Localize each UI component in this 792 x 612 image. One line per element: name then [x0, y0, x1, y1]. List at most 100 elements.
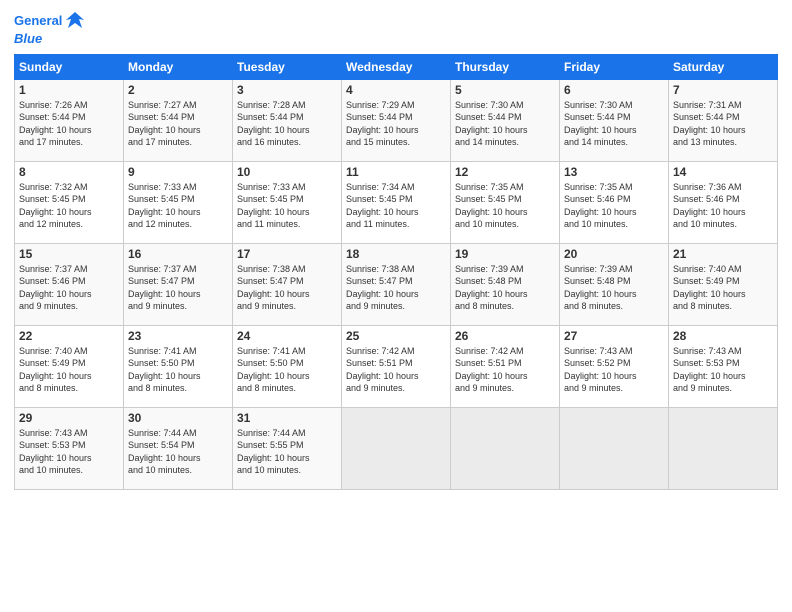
- calendar-day: 23 Sunrise: 7:41 AM Sunset: 5:50 PM Dayli…: [124, 326, 233, 408]
- day-number: 31: [237, 411, 337, 425]
- day-number: 8: [19, 165, 119, 179]
- day-number: 11: [346, 165, 446, 179]
- calendar-day: [560, 408, 669, 490]
- day-number: 25: [346, 329, 446, 343]
- calendar-week-2: 8 Sunrise: 7:32 AM Sunset: 5:45 PM Daylig…: [15, 162, 778, 244]
- calendar-day: 20 Sunrise: 7:39 AM Sunset: 5:48 PM Dayli…: [560, 244, 669, 326]
- day-detail: Sunrise: 7:28 AM Sunset: 5:44 PM Dayligh…: [237, 99, 337, 148]
- day-detail: Sunrise: 7:35 AM Sunset: 5:45 PM Dayligh…: [455, 181, 555, 230]
- day-number: 4: [346, 83, 446, 97]
- day-number: 10: [237, 165, 337, 179]
- weekday-header-thursday: Thursday: [451, 55, 560, 80]
- calendar-day: 4 Sunrise: 7:29 AM Sunset: 5:44 PM Daylig…: [342, 80, 451, 162]
- day-detail: Sunrise: 7:34 AM Sunset: 5:45 PM Dayligh…: [346, 181, 446, 230]
- day-detail: Sunrise: 7:41 AM Sunset: 5:50 PM Dayligh…: [237, 345, 337, 394]
- calendar-day: 13 Sunrise: 7:35 AM Sunset: 5:46 PM Dayli…: [560, 162, 669, 244]
- calendar-day: 27Sunrise: 7:43 AM Sunset: 5:52 PM Dayli…: [560, 326, 669, 408]
- day-detail: Sunrise: 7:42 AM Sunset: 5:51 PM Dayligh…: [346, 345, 446, 394]
- day-detail: Sunrise: 7:40 AM Sunset: 5:49 PM Dayligh…: [673, 263, 773, 312]
- logo-bird-icon: [64, 10, 86, 32]
- day-detail: Sunrise: 7:27 AM Sunset: 5:44 PM Dayligh…: [128, 99, 228, 148]
- day-number: 12: [455, 165, 555, 179]
- calendar-day: 8 Sunrise: 7:32 AM Sunset: 5:45 PM Daylig…: [15, 162, 124, 244]
- day-detail: Sunrise: 7:29 AM Sunset: 5:44 PM Dayligh…: [346, 99, 446, 148]
- day-detail: Sunrise: 7:39 AM Sunset: 5:48 PM Dayligh…: [564, 263, 664, 312]
- calendar-day: 25 Sunrise: 7:42 AM Sunset: 5:51 PM Dayli…: [342, 326, 451, 408]
- day-number: 22: [19, 329, 119, 343]
- day-detail: Sunrise: 7:38 AM Sunset: 5:47 PM Dayligh…: [237, 263, 337, 312]
- day-number: 24: [237, 329, 337, 343]
- day-number: 9: [128, 165, 228, 179]
- day-detail: Sunrise: 7:26 AM Sunset: 5:44 PM Dayligh…: [19, 99, 119, 148]
- day-number: 29: [19, 411, 119, 425]
- calendar-day: 11 Sunrise: 7:34 AM Sunset: 5:45 PM Dayli…: [342, 162, 451, 244]
- calendar-day: [669, 408, 778, 490]
- logo-text: General: [14, 14, 62, 28]
- calendar-day: 19 Sunrise: 7:39 AM Sunset: 5:48 PM Dayli…: [451, 244, 560, 326]
- calendar-day: 2Sunrise: 7:27 AM Sunset: 5:44 PM Daylig…: [124, 80, 233, 162]
- weekday-header-monday: Monday: [124, 55, 233, 80]
- header: General Blue: [14, 10, 778, 46]
- day-number: 14: [673, 165, 773, 179]
- calendar-day: 26Sunrise: 7:42 AM Sunset: 5:51 PM Dayli…: [451, 326, 560, 408]
- logo: General Blue: [14, 10, 86, 46]
- calendar-day: 9 Sunrise: 7:33 AM Sunset: 5:45 PM Daylig…: [124, 162, 233, 244]
- calendar-day: [451, 408, 560, 490]
- day-number: 15: [19, 247, 119, 261]
- calendar-day: 24 Sunrise: 7:41 AM Sunset: 5:50 PM Dayli…: [233, 326, 342, 408]
- calendar-day: 10 Sunrise: 7:33 AM Sunset: 5:45 PM Dayli…: [233, 162, 342, 244]
- calendar-day: 22 Sunrise: 7:40 AM Sunset: 5:49 PM Dayli…: [15, 326, 124, 408]
- calendar-week-1: 1 Sunrise: 7:26 AM Sunset: 5:44 PM Daylig…: [15, 80, 778, 162]
- weekday-header-wednesday: Wednesday: [342, 55, 451, 80]
- day-detail: Sunrise: 7:33 AM Sunset: 5:45 PM Dayligh…: [128, 181, 228, 230]
- logo-blue-text: Blue: [14, 32, 42, 46]
- calendar-day: 17 Sunrise: 7:38 AM Sunset: 5:47 PM Dayli…: [233, 244, 342, 326]
- day-detail: Sunrise: 7:33 AM Sunset: 5:45 PM Dayligh…: [237, 181, 337, 230]
- day-detail: Sunrise: 7:44 AM Sunset: 5:54 PM Dayligh…: [128, 427, 228, 476]
- calendar-day: 15 Sunrise: 7:37 AM Sunset: 5:46 PM Dayli…: [15, 244, 124, 326]
- day-number: 18: [346, 247, 446, 261]
- day-number: 17: [237, 247, 337, 261]
- day-detail: Sunrise: 7:30 AM Sunset: 5:44 PM Dayligh…: [455, 99, 555, 148]
- day-number: 21: [673, 247, 773, 261]
- calendar-table: SundayMondayTuesdayWednesdayThursdayFrid…: [14, 54, 778, 490]
- day-number: 20: [564, 247, 664, 261]
- day-number: 23: [128, 329, 228, 343]
- day-detail: Sunrise: 7:38 AM Sunset: 5:47 PM Dayligh…: [346, 263, 446, 312]
- calendar-week-3: 15 Sunrise: 7:37 AM Sunset: 5:46 PM Dayli…: [15, 244, 778, 326]
- day-detail: Sunrise: 7:39 AM Sunset: 5:48 PM Dayligh…: [455, 263, 555, 312]
- day-detail: Sunrise: 7:30 AM Sunset: 5:44 PM Dayligh…: [564, 99, 664, 148]
- calendar-week-4: 22 Sunrise: 7:40 AM Sunset: 5:49 PM Dayli…: [15, 326, 778, 408]
- day-detail: Sunrise: 7:43 AM Sunset: 5:52 PM Dayligh…: [564, 345, 664, 394]
- calendar-day: 16 Sunrise: 7:37 AM Sunset: 5:47 PM Dayli…: [124, 244, 233, 326]
- calendar-header-row: SundayMondayTuesdayWednesdayThursdayFrid…: [15, 55, 778, 80]
- calendar-day: 28Sunrise: 7:43 AM Sunset: 5:53 PM Dayli…: [669, 326, 778, 408]
- day-detail: Sunrise: 7:44 AM Sunset: 5:55 PM Dayligh…: [237, 427, 337, 476]
- day-number: 16: [128, 247, 228, 261]
- day-detail: Sunrise: 7:37 AM Sunset: 5:47 PM Dayligh…: [128, 263, 228, 312]
- calendar-day: 21 Sunrise: 7:40 AM Sunset: 5:49 PM Dayli…: [669, 244, 778, 326]
- day-number: 6: [564, 83, 664, 97]
- calendar-day: 6 Sunrise: 7:30 AM Sunset: 5:44 PM Daylig…: [560, 80, 669, 162]
- day-detail: Sunrise: 7:37 AM Sunset: 5:46 PM Dayligh…: [19, 263, 119, 312]
- day-detail: Sunrise: 7:32 AM Sunset: 5:45 PM Dayligh…: [19, 181, 119, 230]
- day-detail: Sunrise: 7:43 AM Sunset: 5:53 PM Dayligh…: [19, 427, 119, 476]
- page-container: General Blue SundayMondayTuesdayWednesda…: [0, 0, 792, 500]
- calendar-day: 1 Sunrise: 7:26 AM Sunset: 5:44 PM Daylig…: [15, 80, 124, 162]
- weekday-header-tuesday: Tuesday: [233, 55, 342, 80]
- day-number: 19: [455, 247, 555, 261]
- day-detail: Sunrise: 7:31 AM Sunset: 5:44 PM Dayligh…: [673, 99, 773, 148]
- day-number: 3: [237, 83, 337, 97]
- calendar-day: [342, 408, 451, 490]
- weekday-header-sunday: Sunday: [15, 55, 124, 80]
- calendar-day: 29 Sunrise: 7:43 AM Sunset: 5:53 PM Dayli…: [15, 408, 124, 490]
- day-number: 28: [673, 329, 773, 343]
- day-number: 1: [19, 83, 119, 97]
- day-number: 26: [455, 329, 555, 343]
- weekday-header-saturday: Saturday: [669, 55, 778, 80]
- day-number: 13: [564, 165, 664, 179]
- day-detail: Sunrise: 7:35 AM Sunset: 5:46 PM Dayligh…: [564, 181, 664, 230]
- day-detail: Sunrise: 7:40 AM Sunset: 5:49 PM Dayligh…: [19, 345, 119, 394]
- day-detail: Sunrise: 7:41 AM Sunset: 5:50 PM Dayligh…: [128, 345, 228, 394]
- calendar-day: 12 Sunrise: 7:35 AM Sunset: 5:45 PM Dayli…: [451, 162, 560, 244]
